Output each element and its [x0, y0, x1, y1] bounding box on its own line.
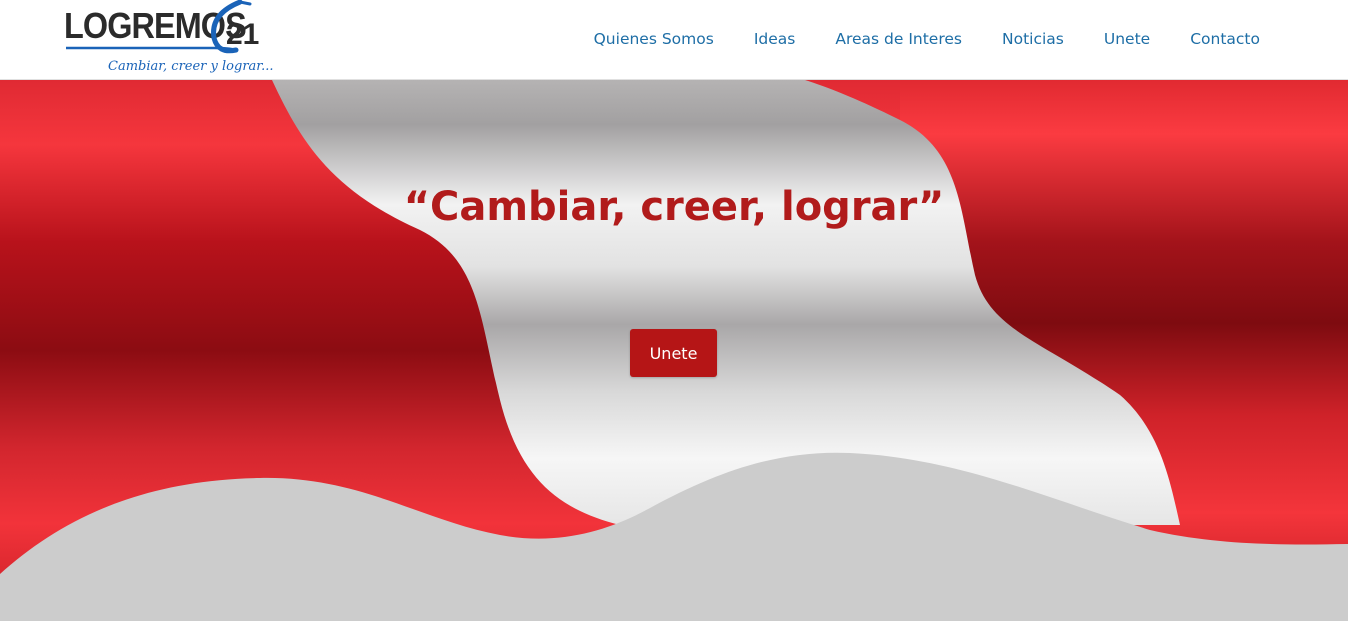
join-button[interactable]: Unete: [630, 329, 717, 377]
main-nav: Quienes Somos Ideas Areas de Interes Not…: [554, 29, 1260, 49]
logo-link[interactable]: LOGREMOS 21 Cambiar, creer y lograr...: [64, 0, 273, 79]
nav-item-unete[interactable]: Unete: [1104, 29, 1150, 49]
hero-title: “Cambiar, creer, lograr”: [403, 184, 945, 230]
logo-number: 21: [226, 18, 259, 51]
hero-section: “Cambiar, creer, lograr” Unete: [0, 80, 1348, 621]
site-header: LOGREMOS 21 Cambiar, creer y lograr... Q…: [0, 0, 1348, 80]
nav-item-contacto[interactable]: Contacto: [1190, 29, 1260, 49]
nav-item-ideas[interactable]: Ideas: [754, 29, 796, 49]
nav-item-quienes-somos[interactable]: Quienes Somos: [594, 29, 714, 49]
nav-item-areas-de-interes[interactable]: Areas de Interes: [835, 29, 962, 49]
nav-item-noticias[interactable]: Noticias: [1002, 29, 1064, 49]
logo-tagline: Cambiar, creer y lograr...: [108, 59, 274, 74]
